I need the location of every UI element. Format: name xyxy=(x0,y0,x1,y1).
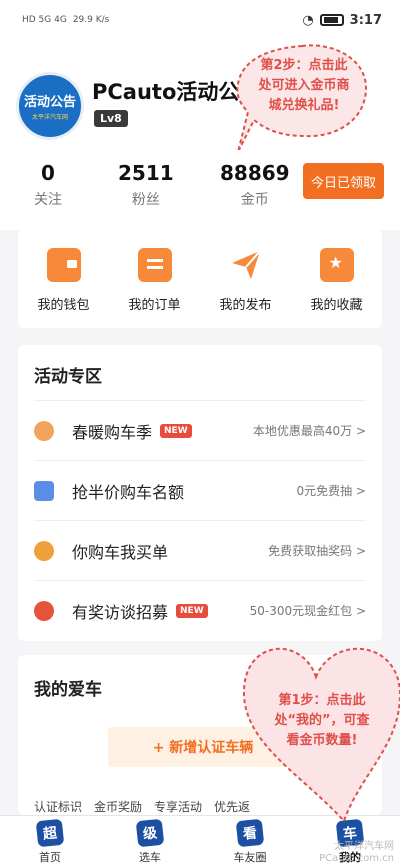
activity-item-we-pay[interactable]: 你购车我买单 免费获取抽奖码 > xyxy=(34,520,366,580)
action-label: 我的钱包 xyxy=(37,298,90,313)
gift-icon xyxy=(34,540,54,561)
tab-home[interactable]: 超 首页 xyxy=(15,818,85,865)
clock: 3:17 xyxy=(349,12,382,28)
tab-community[interactable]: 看 车友圈 xyxy=(215,818,285,865)
home-tab-icon: 超 xyxy=(35,818,65,848)
activity-name: 春暖购车季 xyxy=(72,422,153,442)
publish-button[interactable]: 我的发布 xyxy=(206,248,286,328)
action-label: 我的订单 xyxy=(128,298,181,313)
choose-car-tab-icon: 级 xyxy=(135,818,165,848)
stat-label: 关注 xyxy=(34,192,62,208)
activity-name: 你购车我买单 xyxy=(72,542,169,562)
basket-icon xyxy=(34,420,54,441)
stat-label: 金币 xyxy=(240,192,269,208)
stat-value: 88869 xyxy=(220,161,290,185)
orders-button[interactable]: 我的订单 xyxy=(115,248,195,328)
network-indicators: HD 5G 4G 29.9 K/s xyxy=(22,15,109,25)
wallet-icon xyxy=(46,248,81,282)
benefit-coins: 金币奖励 xyxy=(94,800,143,814)
wifi-icon: ◔ xyxy=(302,12,314,28)
tab-label: 首页 xyxy=(39,851,61,864)
activity-item-half-price[interactable]: 抢半价购车名额 0元免费抽 > xyxy=(34,460,366,520)
status-bar: HD 5G 4G 29.9 K/s ◔ 3:17 xyxy=(0,0,400,40)
activity-desc: 免费获取抽奖码 > xyxy=(268,544,366,558)
stat-fans[interactable]: 2511 粉丝 xyxy=(118,161,174,209)
benefit-certified: 认证标识 xyxy=(34,800,83,814)
action-label: 我的收藏 xyxy=(310,298,363,313)
favorites-button[interactable]: 我的收藏 xyxy=(297,248,377,328)
tab-label: 车友圈 xyxy=(233,851,267,864)
battery-icon xyxy=(319,14,344,26)
username[interactable]: PCauto活动公 xyxy=(92,76,239,106)
watermark-line2: PCauto.com.cn xyxy=(319,853,394,864)
tab-choose-car[interactable]: 级 选车 xyxy=(115,818,185,865)
activity-desc: 50-300元现金红包 > xyxy=(249,604,366,618)
avatar-subtitle: 太平洋汽车网 xyxy=(31,114,68,121)
step2-text: 第2步：点击此处可进入金币商城兑换礼品! xyxy=(258,58,350,113)
daily-claim-button[interactable]: 今日已领取 xyxy=(303,163,384,199)
avatar[interactable]: 活动公告 太平洋汽车网 xyxy=(16,72,84,140)
step1-text: 第1步：点击此处“我的”，可查看金币数量! xyxy=(274,693,370,748)
watermark: 太平洋汽车网 PCauto.com.cn xyxy=(319,841,394,865)
stat-value: 2511 xyxy=(118,161,174,185)
wallet-button[interactable]: 我的钱包 xyxy=(24,248,104,328)
step1-annotation-heart: 第1步：点击此处“我的”，可查看金币数量! xyxy=(232,625,400,825)
stat-coins[interactable]: 88869 金币 xyxy=(220,161,290,209)
step2-annotation-bubble: 第2步：点击此处可进入金币商城兑换礼品! xyxy=(232,40,372,150)
avatar-title: 活动公告 xyxy=(23,95,76,110)
activity-name: 有奖访谈招募 xyxy=(72,602,169,622)
interview-icon xyxy=(34,600,54,621)
activity-desc: 0元免费抽 > xyxy=(296,484,366,498)
tab-label: 选车 xyxy=(139,851,161,864)
watermark-line1: 太平洋汽车网 xyxy=(334,841,394,852)
activity-item-spring-sale[interactable]: 春暖购车季 NEW 本地优惠最高40万 > xyxy=(34,400,366,460)
action-label: 我的发布 xyxy=(219,298,272,313)
ticket-icon xyxy=(34,480,54,501)
new-badge: NEW xyxy=(176,603,208,618)
stat-following[interactable]: 0 关注 xyxy=(34,161,62,209)
stat-label: 粉丝 xyxy=(131,192,160,208)
activity-name: 抢半价购车名额 xyxy=(72,482,185,502)
star-folder-icon xyxy=(319,248,354,282)
network-speed: 29.9 K/s xyxy=(72,15,110,25)
activity-desc: 本地优惠最高40万 > xyxy=(252,424,366,438)
section-title: 活动专区 xyxy=(34,367,102,387)
quick-actions-card: 我的钱包 我的订单 我的发布 我的收藏 xyxy=(18,228,382,328)
paper-plane-icon xyxy=(229,248,263,282)
order-icon xyxy=(137,248,172,282)
level-badge: Lv8 xyxy=(94,110,128,127)
stat-value: 0 xyxy=(41,161,55,185)
benefit-activity: 专享活动 xyxy=(154,800,203,814)
car-benefits-row: 认证标识 金币奖励 专享活动 优先返 xyxy=(34,798,250,815)
new-badge: NEW xyxy=(160,423,192,438)
network-info: HD 5G 4G xyxy=(22,15,67,25)
activity-zone-card: 活动专区 春暖购车季 NEW 本地优惠最高40万 > 抢半价购车名额 0元免费抽… xyxy=(18,345,382,641)
